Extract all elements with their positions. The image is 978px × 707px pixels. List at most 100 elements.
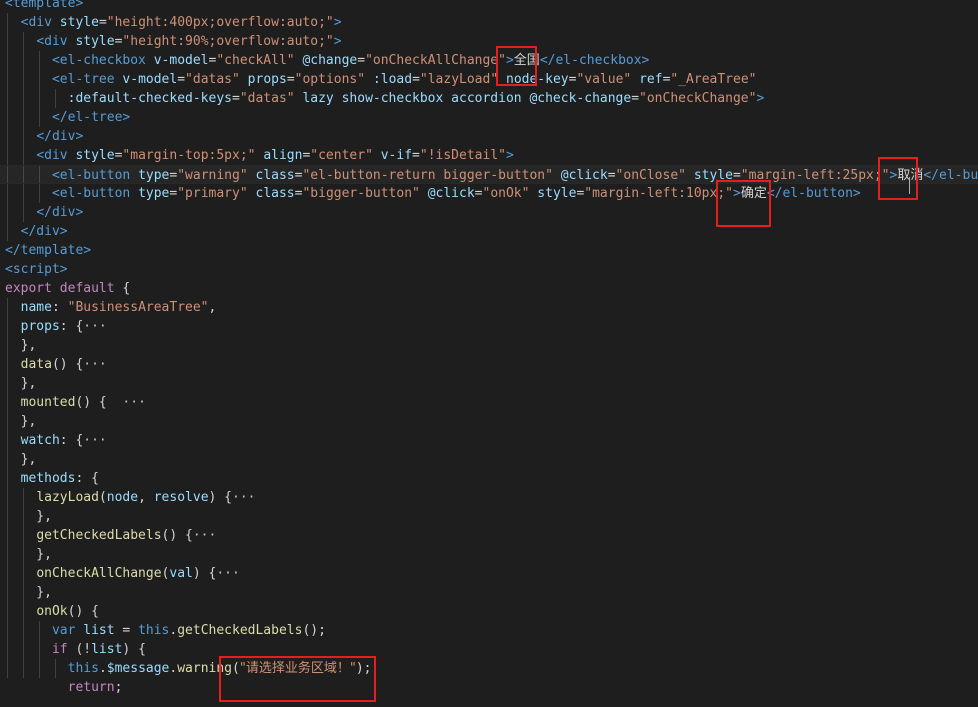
code-token: val: [169, 566, 193, 581]
code-token: "bigger-button": [302, 186, 420, 201]
code-line[interactable]: },: [0, 583, 978, 602]
code-line[interactable]: props: {···: [0, 317, 978, 336]
code-line[interactable]: <el-tree v-model="datas" props="options"…: [0, 70, 978, 89]
code-line[interactable]: <el-button type="primary" class="bigger-…: [0, 184, 978, 203]
code-token: >: [333, 15, 342, 30]
code-token: type: [138, 186, 170, 201]
code-line[interactable]: return;: [0, 678, 978, 697]
code-token: onOk: [36, 604, 68, 619]
code-token: getCheckedLabels: [177, 623, 303, 638]
code-token: .: [98, 661, 107, 676]
code-token: =: [177, 72, 186, 87]
code-token: mounted: [20, 395, 76, 410]
code-line[interactable]: methods: {: [0, 469, 978, 488]
code-token: class: [255, 186, 295, 201]
code-line[interactable]: },: [0, 336, 978, 355]
code-line[interactable]: </div>: [0, 203, 978, 222]
code-token: "margin-left:10px;": [584, 186, 733, 201]
code-token: () {: [161, 528, 193, 543]
code-line[interactable]: },: [0, 412, 978, 431]
code-token: (: [98, 490, 107, 505]
code-token: default: [59, 281, 115, 296]
code-line[interactable]: :default-checked-keys="datas" lazy show-…: [0, 89, 978, 108]
code-line[interactable]: name: "BusinessAreaTree",: [0, 298, 978, 317]
code-token: "margin-left:25px;": [740, 168, 890, 183]
code-line[interactable]: lazyLoad(node, resolve) {···: [0, 488, 978, 507]
fold-ellipsis-icon[interactable]: ···: [122, 395, 145, 410]
code-token: =: [114, 623, 139, 638]
code-token: ,: [208, 300, 217, 315]
code-token: "warning": [177, 168, 248, 183]
code-editor[interactable]: <template> <div style="height:400px;over…: [0, 0, 978, 707]
code-line[interactable]: this.$message.warning("请选择业务区域！");: [0, 659, 978, 678]
code-line[interactable]: export default {: [0, 279, 978, 298]
code-token: </div>: [36, 205, 84, 220]
code-token: "datas": [185, 72, 240, 87]
code-token: =: [607, 168, 616, 183]
code-token: () {: [67, 604, 99, 619]
fold-ellipsis-icon[interactable]: ···: [83, 357, 106, 372]
code-line[interactable]: onOk() {: [0, 602, 978, 621]
fold-ellipsis-icon[interactable]: ···: [216, 566, 239, 581]
code-token: ) {: [192, 566, 217, 581]
code-token: },: [5, 547, 52, 562]
code-token: ref: [639, 72, 663, 87]
code-line[interactable]: mounted() { ···: [0, 393, 978, 412]
code-token: <div: [36, 148, 68, 163]
code-line[interactable]: <template>: [0, 0, 978, 13]
code-token: "height:400px;overflow:auto;": [106, 15, 334, 30]
code-line[interactable]: <el-checkbox v-model="checkAll" @change=…: [0, 51, 978, 70]
code-token: "onOk": [482, 186, 530, 201]
fold-ellipsis-icon[interactable]: ···: [83, 319, 106, 334]
code-line[interactable]: data() {···: [0, 355, 978, 374]
code-line[interactable]: watch: {···: [0, 431, 978, 450]
code-token: 确定: [740, 186, 767, 201]
code-token: {: [114, 281, 131, 296]
code-line[interactable]: onCheckAllChange(val) {···: [0, 564, 978, 583]
code-line[interactable]: if (!list) {: [0, 640, 978, 659]
code-token: "options": [294, 72, 366, 87]
code-line[interactable]: </template>: [0, 241, 978, 260]
code-line[interactable]: </div>: [0, 222, 978, 241]
fold-ellipsis-icon[interactable]: ···: [232, 490, 255, 505]
code-line[interactable]: getCheckedLabels() {···: [0, 526, 978, 545]
code-line[interactable]: </el-tree>: [0, 108, 978, 127]
code-token: >: [333, 34, 342, 49]
code-token: <el-checkbox: [51, 53, 146, 68]
fold-ellipsis-icon[interactable]: ···: [193, 528, 216, 543]
code-token: "lazyLoad": [419, 72, 499, 87]
code-token: "datas": [239, 91, 295, 106]
code-line[interactable]: <script>: [0, 260, 978, 279]
code-token: props: [20, 319, 60, 334]
code-line[interactable]: var list = this.getCheckedLabels();: [0, 621, 978, 640]
code-token: </div>: [20, 224, 68, 239]
code-line[interactable]: <div style="height:90%;overflow:auto;">: [0, 32, 978, 51]
code-token: =: [357, 53, 366, 68]
code-line[interactable]: },: [0, 507, 978, 526]
code-token: ,: [138, 490, 154, 505]
code-line[interactable]: <div style="margin-top:5px;" align="cent…: [0, 146, 978, 165]
code-line[interactable]: },: [0, 545, 978, 564]
code-line[interactable]: <el-button type = "warning" class = "el-butt…: [0, 165, 978, 184]
code-token: getCheckedLabels: [36, 528, 162, 543]
code-token: =: [412, 72, 420, 87]
code-line[interactable]: <div style="height:400px;overflow:auto;"…: [0, 13, 978, 32]
code-line[interactable]: </div>: [0, 127, 978, 146]
code-token: 全国: [513, 53, 540, 68]
code-token: style: [693, 168, 733, 183]
fold-ellipsis-icon[interactable]: ···: [83, 433, 106, 448]
code-line[interactable]: },: [0, 374, 978, 393]
code-line[interactable]: },: [0, 450, 978, 469]
